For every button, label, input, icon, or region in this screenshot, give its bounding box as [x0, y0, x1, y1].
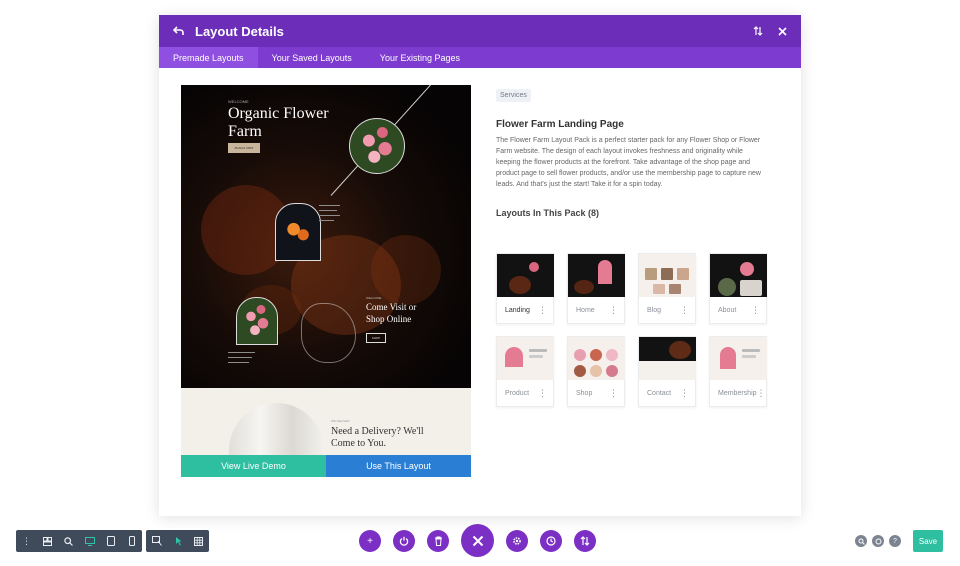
hero-small-label: WELCOME — [228, 99, 249, 104]
history-icon[interactable] — [540, 530, 562, 552]
close-icon[interactable] — [461, 524, 494, 557]
delivery-small-label: WE DELIVER — [331, 419, 350, 423]
layout-card[interactable]: Contact ⋮ — [638, 336, 696, 407]
more-options-icon[interactable]: ⋮ — [609, 306, 618, 315]
zoom-icon[interactable] — [58, 530, 79, 552]
layout-card-label: Membership — [718, 390, 757, 397]
layout-thumbnail — [497, 337, 554, 380]
layout-card[interactable]: Shop ⋮ — [567, 336, 625, 407]
sort-icon[interactable] — [749, 22, 767, 40]
layout-card-label: Contact — [647, 390, 672, 397]
layout-info: Services Flower Farm Landing Page The Fl… — [496, 84, 771, 218]
layers-icon[interactable] — [872, 535, 884, 547]
page-settings-bar: + — [359, 524, 608, 557]
view-mode-toolbar: ⋮ — [16, 530, 142, 552]
wireframe-icon[interactable] — [37, 530, 58, 552]
layout-thumbnail — [639, 337, 696, 380]
view-live-demo-button[interactable]: View Live Demo — [181, 455, 326, 477]
utility-icons: ? — [855, 535, 906, 547]
power-icon[interactable] — [393, 530, 415, 552]
tab-premade-layouts[interactable]: Premade Layouts — [159, 47, 258, 68]
hero-button: PLAN A VISIT — [228, 143, 260, 153]
tab-saved-layouts[interactable]: Your Saved Layouts — [258, 47, 366, 68]
desktop-view-icon[interactable] — [79, 530, 100, 552]
pink-flowers-image — [349, 118, 405, 174]
search-icon[interactable] — [855, 535, 867, 547]
use-this-layout-button[interactable]: Use This Layout — [326, 455, 471, 477]
add-icon[interactable]: + — [359, 530, 381, 552]
tulips-image — [236, 297, 278, 345]
click-mode-icon[interactable] — [167, 530, 188, 552]
layout-thumbnail — [639, 254, 696, 297]
tablet-view-icon[interactable] — [100, 530, 121, 552]
layout-card-label: Product — [505, 390, 530, 397]
preview-hero: WELCOME Organic Flower Farm PLAN A VISIT… — [181, 85, 471, 388]
layout-card-label: Shop — [576, 390, 593, 397]
hero-title: Organic Flower Farm — [228, 105, 329, 140]
category-tag[interactable]: Services — [496, 89, 531, 102]
delivery-title: Need a Delivery? We'll Come to You. — [331, 426, 424, 449]
more-options-icon[interactable]: ⋮ — [16, 530, 37, 552]
more-options-icon[interactable]: ⋮ — [538, 306, 547, 315]
layouts-in-pack-heading: Layouts In This Pack (8) — [496, 208, 600, 218]
layout-thumbnail — [710, 337, 767, 380]
back-arrow-icon[interactable] — [169, 22, 187, 40]
trash-icon[interactable] — [427, 530, 449, 552]
more-options-icon[interactable]: ⋮ — [757, 389, 766, 398]
more-options-icon[interactable]: ⋮ — [609, 389, 618, 398]
close-icon[interactable] — [773, 22, 791, 40]
layout-card[interactable]: Product ⋮ — [496, 336, 554, 407]
layout-details-modal: Layout Details Premade Layouts Your Save… — [159, 15, 801, 516]
hero-body-text: ▬▬▬▬▬▬▬ ▬▬▬▬▬▬ ▬▬▬▬▬▬▬ ▬▬▬▬▬ — [319, 203, 340, 222]
more-options-icon[interactable]: ⋮ — [751, 306, 760, 315]
layout-thumbnail — [568, 337, 625, 380]
click-mode-toolbar — [146, 530, 209, 552]
layout-title: Flower Farm Landing Page — [496, 119, 624, 130]
layout-card[interactable]: About ⋮ — [709, 253, 767, 324]
grid-mode-icon[interactable] — [188, 530, 209, 552]
visit-small-label: WELCOME — [366, 296, 382, 300]
layout-thumbnail — [568, 254, 625, 297]
layout-card-label: Landing — [505, 307, 530, 314]
visit-body-text: ▬▬▬▬▬▬▬▬▬ ▬▬▬▬▬▬▬▬ ▬▬▬▬▬▬▬ — [228, 350, 255, 364]
save-button[interactable]: Save — [913, 530, 943, 552]
more-options-icon[interactable]: ⋮ — [680, 306, 689, 315]
layout-card[interactable]: Landing ⋮ — [496, 253, 554, 324]
layout-card-label: Home — [576, 307, 595, 314]
preview-actions: View Live Demo Use This Layout — [181, 455, 471, 477]
layout-card[interactable]: Membership ⋮ — [709, 336, 767, 407]
layout-card[interactable]: Home ⋮ — [567, 253, 625, 324]
layout-card-label: Blog — [647, 307, 662, 314]
help-icon[interactable]: ? — [889, 535, 901, 547]
layout-card[interactable]: Blog ⋮ — [638, 253, 696, 324]
phone-view-icon[interactable] — [121, 530, 142, 552]
layout-preview[interactable]: WELCOME Organic Flower Farm PLAN A VISIT… — [181, 85, 471, 477]
tab-bar: Premade Layouts Your Saved Layouts Your … — [159, 47, 801, 68]
layout-card-label: About — [718, 307, 737, 314]
more-options-icon[interactable]: ⋮ — [538, 389, 547, 398]
layouts-grid: Landing ⋮ Home ⋮ Blog ⋮ About ⋮ Product … — [496, 253, 768, 407]
layout-thumbnail — [710, 254, 767, 297]
hover-mode-icon[interactable] — [146, 530, 167, 552]
orange-flowers-image — [275, 203, 321, 261]
gear-icon[interactable] — [506, 530, 528, 552]
layout-description: The Flower Farm Layout Pack is a perfect… — [496, 137, 761, 188]
more-options-icon[interactable]: ⋮ — [680, 389, 689, 398]
visit-title: Come Visit or Shop Online — [366, 302, 417, 324]
portability-icon[interactable] — [574, 530, 596, 552]
visit-button: SHOP — [366, 333, 386, 343]
tab-existing-pages[interactable]: Your Existing Pages — [366, 47, 474, 68]
modal-title: Layout Details — [195, 23, 284, 39]
modal-header: Layout Details — [159, 15, 801, 47]
layout-thumbnail — [497, 254, 554, 297]
